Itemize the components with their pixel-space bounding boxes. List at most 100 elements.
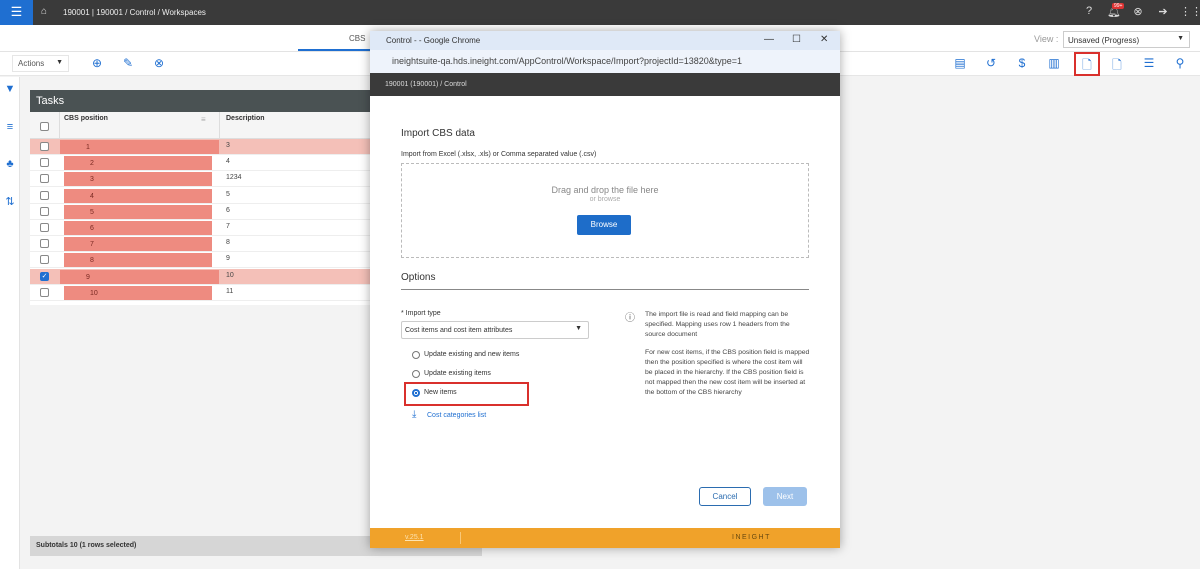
description-cell[interactable]: 9 bbox=[226, 255, 230, 262]
description-cell[interactable]: 6 bbox=[226, 207, 230, 214]
table-row[interactable]: 2 4 bbox=[30, 155, 372, 172]
column-header-cbs-position[interactable]: CBS position bbox=[64, 115, 108, 122]
cbs-position-cell[interactable]: 10 bbox=[64, 285, 212, 300]
grid-header: CBS position ≡ Description bbox=[30, 112, 372, 139]
table-row[interactable]: ✓ 9 10 bbox=[30, 268, 372, 285]
filter-icon[interactable]: ▼ bbox=[2, 83, 18, 95]
delete-icon[interactable]: ⊗ bbox=[151, 56, 167, 70]
select-all-checkbox[interactable] bbox=[40, 122, 49, 131]
table-row[interactable]: 4 5 bbox=[30, 188, 372, 204]
drop-zone[interactable] bbox=[401, 163, 809, 258]
export-icon[interactable]: 🗋︎ bbox=[1109, 56, 1125, 77]
chevron-down-icon: ▼ bbox=[575, 325, 582, 332]
cbs-position-cell[interactable]: 4 bbox=[64, 188, 212, 203]
new-items-highlight bbox=[404, 382, 529, 406]
table-row[interactable]: 5 6 bbox=[30, 204, 372, 220]
radio-label: Update existing and new items bbox=[424, 351, 520, 358]
version-link[interactable]: v.25.1 bbox=[405, 534, 424, 541]
cost-categories-link[interactable]: Cost categories list bbox=[427, 412, 486, 419]
cbs-position-cell[interactable]: 6 bbox=[64, 221, 212, 235]
undo-icon[interactable]: ↺ bbox=[983, 56, 999, 70]
table-row[interactable]: 7 8 bbox=[30, 236, 372, 253]
table-row[interactable]: 8 9 bbox=[30, 252, 372, 269]
table-row[interactable]: 6 7 bbox=[30, 220, 372, 236]
info-paragraph: The import file is read and field mappin… bbox=[645, 311, 790, 338]
row-checkbox[interactable]: ✓ bbox=[40, 271, 49, 281]
row-checkbox[interactable] bbox=[40, 158, 49, 168]
cbs-position-cell[interactable]: 2 bbox=[64, 156, 212, 171]
dialog-breadcrumb: 190001 (190001) / Control bbox=[370, 73, 840, 96]
description-cell[interactable]: 4 bbox=[226, 158, 230, 165]
menu-button[interactable]: ☰ bbox=[0, 0, 33, 25]
group-icon[interactable]: ≡ bbox=[2, 121, 18, 133]
column-header-description[interactable]: Description bbox=[226, 115, 265, 122]
import-type-value: Cost items and cost item attributes bbox=[405, 327, 513, 334]
options-heading: Options bbox=[401, 272, 436, 283]
description-cell[interactable]: 3 bbox=[226, 142, 230, 149]
maximize-icon[interactable]: ☐ bbox=[792, 34, 801, 45]
logout-icon[interactable]: ➔ bbox=[1155, 5, 1171, 18]
row-checkbox[interactable] bbox=[40, 287, 49, 297]
grid-title: Tasks bbox=[30, 90, 372, 112]
description-cell[interactable]: 11 bbox=[226, 288, 233, 295]
cbs-position-cell[interactable]: 3 bbox=[64, 172, 212, 187]
cbs-position-cell[interactable]: 1 bbox=[60, 140, 219, 154]
divider bbox=[401, 289, 809, 290]
description-cell[interactable]: 8 bbox=[226, 239, 230, 246]
row-checkbox[interactable] bbox=[40, 239, 49, 249]
view-label: View : bbox=[1034, 34, 1059, 44]
description-cell[interactable]: 10 bbox=[226, 272, 234, 279]
edit-icon[interactable]: ✎ bbox=[120, 56, 136, 70]
or-browse-text: or browse bbox=[589, 196, 621, 203]
sort-icon[interactable]: ⇅ bbox=[2, 195, 18, 208]
row-checkbox[interactable] bbox=[40, 142, 49, 151]
description-cell[interactable]: 5 bbox=[226, 191, 230, 198]
list-settings-icon[interactable]: ☰ bbox=[1141, 56, 1157, 70]
hierarchy-icon[interactable]: ♣ bbox=[2, 158, 18, 170]
chevron-down-icon: ▼ bbox=[1177, 35, 1184, 42]
panel-icon[interactable]: ▤ bbox=[952, 56, 968, 70]
breadcrumb[interactable]: 190001 | 190001 / Control / Workspaces bbox=[63, 8, 206, 17]
browse-button[interactable]: Browse bbox=[577, 215, 631, 235]
view-select[interactable]: Unsaved (Progress) ▼ bbox=[1063, 31, 1190, 48]
import-highlight bbox=[1074, 52, 1100, 76]
row-checkbox[interactable] bbox=[40, 223, 49, 232]
radio-update-existing[interactable] bbox=[412, 370, 420, 378]
search-icon[interactable]: ⚲ bbox=[1172, 56, 1188, 70]
import-type-select[interactable]: Cost items and cost item attributes ▼ bbox=[401, 321, 589, 339]
row-checkbox[interactable] bbox=[40, 255, 49, 265]
actions-label: Actions bbox=[18, 59, 45, 68]
add-icon[interactable]: ⊕ bbox=[89, 56, 105, 70]
minimize-icon[interactable]: — bbox=[764, 34, 774, 45]
column-menu-icon[interactable]: ≡ bbox=[201, 115, 206, 124]
row-checkbox[interactable] bbox=[40, 190, 49, 200]
next-button[interactable]: Next bbox=[763, 487, 807, 506]
cancel-button[interactable]: Cancel bbox=[699, 487, 751, 506]
row-checkbox[interactable] bbox=[40, 174, 49, 184]
close-icon[interactable]: ✕ bbox=[820, 34, 828, 45]
radio-update-existing-and-new[interactable] bbox=[412, 351, 420, 359]
url-bar[interactable]: ineightsuite-qa.hds.ineight.com/AppContr… bbox=[370, 50, 840, 73]
row-checkbox[interactable] bbox=[40, 206, 49, 216]
table-row[interactable]: 10 11 bbox=[30, 285, 372, 301]
columns-icon[interactable]: ▥ bbox=[1046, 56, 1062, 70]
actions-dropdown[interactable]: Actions ▼ bbox=[12, 55, 69, 72]
description-cell[interactable]: 7 bbox=[226, 223, 230, 230]
help-icon[interactable]: ? bbox=[1081, 5, 1097, 17]
cbs-position-cell[interactable]: 7 bbox=[64, 237, 212, 252]
window-title: Control - - Google Chrome bbox=[386, 36, 481, 45]
table-row[interactable]: 3 1234 bbox=[30, 171, 372, 188]
cbs-position-cell[interactable]: 5 bbox=[64, 204, 212, 219]
apps-grid-icon[interactable]: ⋮⋮ bbox=[1180, 5, 1200, 18]
cbs-position-cell[interactable]: 9 bbox=[60, 269, 219, 284]
tab-cbs[interactable]: CBS bbox=[349, 34, 365, 43]
subtotals-text: Subtotals 10 (1 rows selected) bbox=[36, 542, 137, 549]
table-row[interactable]: 1 3 bbox=[30, 139, 372, 155]
cbs-position-cell[interactable]: 8 bbox=[64, 253, 212, 268]
description-cell[interactable]: 1234 bbox=[226, 174, 242, 181]
settings-icon[interactable]: ⊗ bbox=[1130, 5, 1146, 18]
info-icon: ⓘ bbox=[625, 313, 635, 324]
home-icon[interactable]: ⌂ bbox=[41, 6, 47, 17]
download-icon[interactable]: ⤓ bbox=[412, 409, 416, 420]
dollar-icon[interactable]: $ bbox=[1014, 56, 1030, 70]
